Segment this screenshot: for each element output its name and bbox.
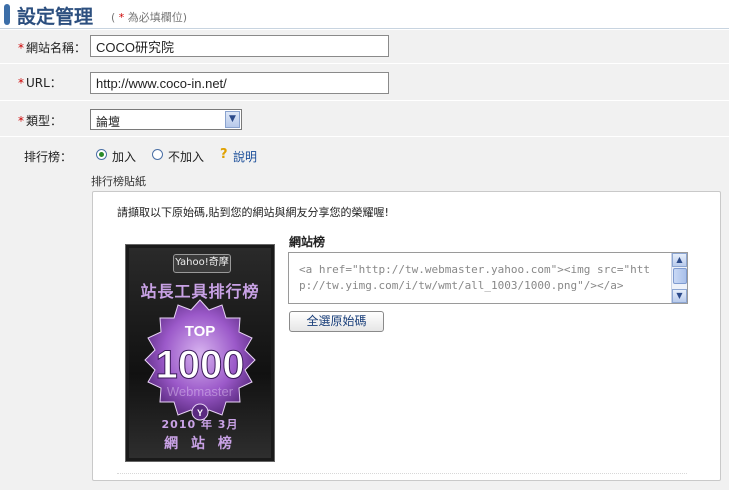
url-row: * URL： [0,64,729,101]
badge-rank-value: 1000 [156,343,245,387]
page-title: 設定管理 [17,6,94,28]
site-name-input[interactable] [90,35,389,57]
code-text[interactable]: <a href="http://tw.webmaster.yahoo.com">… [299,262,671,294]
required-note: ( * 為必填欄位) [111,11,188,24]
badge-date: 2010 年 3月 [161,418,239,431]
sticker-intro: 請擷取以下原始碼,貼到您的網站與網友分享您的榮耀喔! [117,206,389,219]
panel-divider [117,473,687,474]
badge-brand: Yahoo!奇摩 [173,254,231,273]
select-all-code-button[interactable]: 全選原始碼 [289,311,384,332]
radio-not-join[interactable] [152,149,163,160]
page-header: 設定管理 ( * 為必填欄位) [0,0,729,30]
scroll-down-icon[interactable]: ▼ [672,289,687,303]
code-scrollbar[interactable]: ▲ ▼ [671,253,687,303]
site-name-row: * 網站名稱： [0,30,729,64]
radio-join-label[interactable]: 加入 [112,148,136,165]
type-label: * 類型： [18,114,63,128]
header-divider [0,28,729,29]
code-title: 網站榜 [289,235,326,249]
type-select-value: 論壇 [96,115,121,129]
scroll-up-icon[interactable]: ▲ [672,253,687,267]
code-textarea[interactable]: <a href="http://tw.webmaster.yahoo.com">… [288,252,688,304]
badge-watermark: Webmaster [167,384,234,399]
type-select[interactable]: 論壇 ▼ [90,109,242,130]
header-bar-icon [4,4,10,25]
help-link[interactable]: 說明 [233,148,257,165]
ranking-label: 排行榜： [24,150,73,164]
type-row: * 類型： 論壇 ▼ [0,101,729,137]
url-label: * URL： [18,76,62,90]
site-name-label: * 網站名稱： [18,41,87,55]
question-mark-icon[interactable]: ? [220,147,228,162]
url-input[interactable] [90,72,389,94]
badge-rank-label: TOP [185,323,216,340]
ranking-badge-image: Yahoo!奇摩 站長工具排行榜 TOP 1000 Webmaster Y 20… [125,244,275,462]
badge-footer: 網 站 榜 [164,436,236,452]
sticker-section-label: 排行榜貼紙 [91,175,146,188]
scroll-thumb[interactable] [673,268,687,284]
chevron-down-icon[interactable]: ▼ [225,111,240,128]
badge-seal-icon: TOP 1000 Webmaster Y [144,299,256,421]
radio-not-join-label[interactable]: 不加入 [168,148,204,165]
radio-join[interactable] [96,149,107,160]
